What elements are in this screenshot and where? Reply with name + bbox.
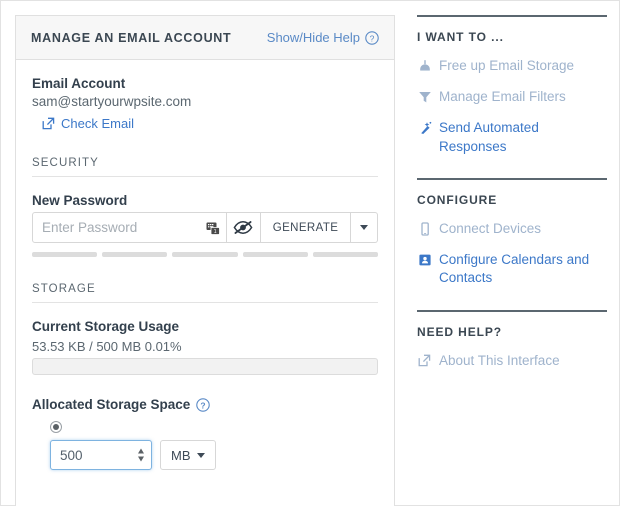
quantity-stepper[interactable]	[138, 448, 144, 462]
mobile-device-icon	[417, 221, 432, 237]
strength-segment	[32, 252, 98, 257]
sidebar-heading: CONFIGURE	[417, 192, 498, 207]
sidebar-item-manage-email-filters[interactable]: Manage Email Filters	[417, 88, 607, 106]
generate-options-dropdown-button[interactable]	[351, 212, 378, 243]
allocated-storage-input-wrap	[50, 440, 152, 470]
sidebar-heading: I WANT TO ...	[417, 30, 504, 44]
toggle-password-visibility-button[interactable]	[227, 212, 261, 243]
page-root: MANAGE AN EMAIL ACCOUNT Show/Hide Help ?…	[0, 0, 620, 506]
sidebar-heading: NEED HELP?	[417, 324, 503, 339]
sidebar-item-about-this-interface[interactable]: About This Interface	[417, 352, 607, 370]
email-account-label: Email Account	[32, 76, 126, 91]
storage-section-heading: STORAGE	[32, 283, 378, 303]
page-title: MANAGE AN EMAIL ACCOUNT	[31, 30, 232, 45]
card-header: MANAGE AN EMAIL ACCOUNT Show/Hide Help ?	[16, 16, 394, 60]
chevron-down-icon	[360, 225, 369, 230]
allocated-storage-radio[interactable]	[50, 421, 62, 433]
sidebar-item-configure-calendars-and-contacts[interactable]: Configure Calendars and Contacts	[417, 251, 607, 287]
external-link-icon	[42, 117, 55, 130]
chevron-down-icon	[196, 452, 205, 458]
svg-text:?: ?	[370, 33, 375, 43]
sidebar-block-need-help: NEED HELP? About This Interface	[417, 309, 607, 370]
sidebar-item-connect-devices[interactable]: Connect Devices	[417, 220, 607, 238]
generate-password-button[interactable]: GENERATE	[260, 212, 352, 243]
help-circle-icon: ?	[365, 30, 379, 45]
sidebar-item-label: About This Interface	[439, 352, 560, 368]
storage-unit-dropdown[interactable]: MB	[160, 440, 216, 470]
divider	[417, 15, 607, 17]
security-section-heading: SECURITY	[32, 157, 378, 177]
funnel-icon	[417, 89, 432, 105]
strength-segment	[242, 252, 308, 257]
sidebar-item-free-up-email-storage[interactable]: Free up Email Storage	[417, 57, 607, 75]
email-address-value: sam@startyourwpsite.com	[32, 94, 192, 109]
strength-segment	[172, 252, 238, 257]
divider	[417, 177, 607, 180]
storage-usage-value: 53.53 KB / 500 MB 0.01%	[32, 339, 182, 354]
new-password-label: New Password	[32, 193, 128, 208]
sidebar-item-label: Configure Calendars and Contacts	[439, 252, 590, 286]
svg-text:?: ?	[201, 400, 206, 410]
check-email-link[interactable]: Check Email	[42, 116, 378, 131]
allocated-storage-space-label: Allocated Storage Space ?	[32, 397, 378, 412]
allocated-storage-radio-wrap	[50, 421, 378, 433]
sidebar-item-label: Manage Email Filters	[439, 89, 566, 105]
svg-text:1: 1	[214, 229, 217, 235]
password-strength-meter	[32, 252, 379, 257]
help-circle-icon[interactable]: ?	[196, 397, 211, 412]
show-hide-help-label: Show/Hide Help	[266, 30, 360, 45]
current-storage-usage-label: Current Storage Usage	[32, 319, 180, 334]
check-email-label: Check Email	[61, 116, 134, 131]
sidebar-block-configure: CONFIGURE Connect Devices Configure Cale…	[417, 177, 607, 288]
sidebar-item-label: Connect Devices	[439, 220, 542, 236]
stepper-down-icon[interactable]	[138, 456, 144, 462]
eye-slash-icon	[233, 220, 253, 235]
contact-card-icon	[417, 252, 432, 268]
stepper-up-icon[interactable]	[138, 448, 144, 454]
sidebar-item-label: Send Automated Responses	[439, 120, 539, 154]
broom-icon	[417, 58, 432, 74]
sidebar: I WANT TO ... Free up Email Storage Mana…	[417, 15, 607, 392]
new-password-input[interactable]	[33, 220, 226, 235]
strength-segment	[312, 252, 379, 257]
storage-unit-label: MB	[171, 447, 191, 463]
allocated-storage-label-text: Allocated Storage Space	[32, 397, 191, 412]
sidebar-item-label: Free up Email Storage	[439, 58, 575, 73]
storage-progress-bar	[32, 358, 378, 375]
magic-wand-icon	[417, 120, 432, 136]
strength-segment	[102, 252, 168, 257]
card-body: Email Account sam@startyourwpsite.com Ch…	[16, 60, 394, 470]
radio-selected-dot	[53, 424, 59, 430]
divider	[417, 309, 607, 312]
password-input-wrap: 1	[32, 212, 227, 243]
sidebar-block-i-want-to: I WANT TO ... Free up Email Storage Mana…	[417, 15, 607, 156]
password-input-group: 1 GENERATE	[32, 212, 378, 243]
sidebar-item-send-automated-responses[interactable]: Send Automated Responses	[417, 119, 607, 155]
password-manager-icon[interactable]: 1	[206, 221, 220, 235]
allocated-storage-input[interactable]	[51, 447, 151, 463]
show-hide-help-button[interactable]: Show/Hide Help ?	[267, 30, 379, 45]
allocated-storage-controls: MB	[50, 440, 378, 470]
external-link-icon	[417, 353, 432, 369]
manage-email-account-card: MANAGE AN EMAIL ACCOUNT Show/Hide Help ?…	[15, 15, 395, 506]
